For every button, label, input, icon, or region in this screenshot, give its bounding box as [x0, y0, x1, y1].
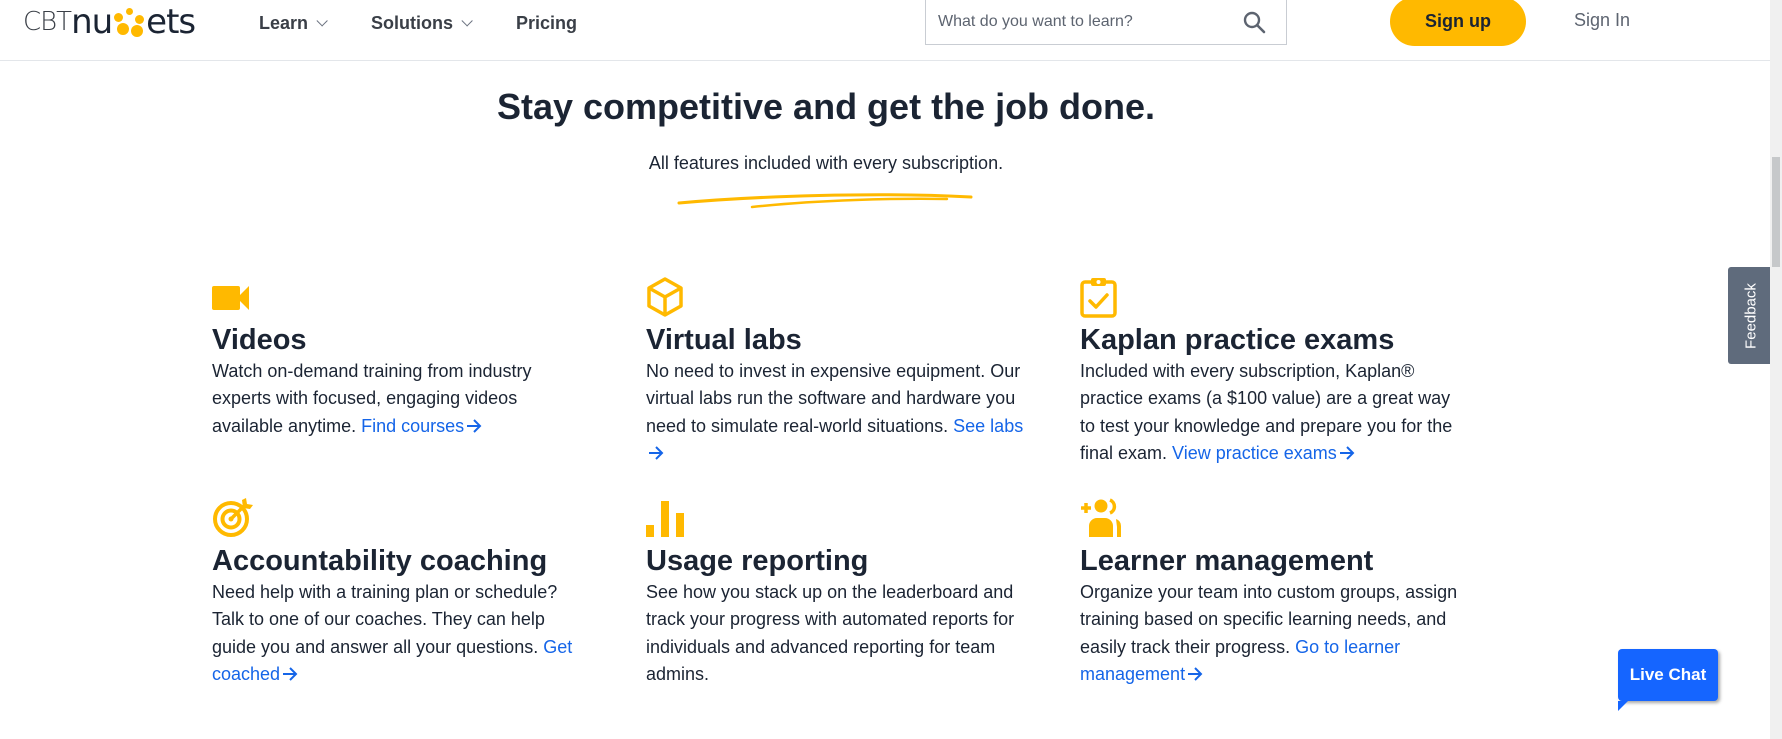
feature-kaplan-practice-exams: Kaplan practice exams Included with ever…	[1080, 276, 1460, 467]
chevron-down-icon	[461, 15, 473, 27]
feature-title: Learner management	[1080, 545, 1374, 577]
nav-solutions-label: Solutions	[371, 12, 453, 33]
nav-learn[interactable]: Learn	[259, 0, 328, 46]
search-input[interactable]	[938, 9, 1228, 35]
search-icon[interactable]	[1242, 10, 1266, 34]
feedback-tab[interactable]: Feedback	[1728, 267, 1773, 364]
feature-title: Accountability coaching	[212, 545, 548, 577]
video-camera-icon	[212, 286, 249, 310]
page-scrollbar[interactable]	[1770, 0, 1782, 739]
feedback-label: Feedback	[1742, 282, 1759, 349]
feature-videos: Videos Watch on-demand training from ind…	[212, 276, 592, 440]
feature-title: Usage reporting	[646, 545, 869, 577]
view-practice-exams-link[interactable]: View practice exams	[1172, 443, 1355, 463]
feature-text: Need help with a training plan or schedu…	[212, 582, 558, 657]
feature-description: Included with every subscription, Kaplan…	[1080, 358, 1460, 467]
find-courses-link[interactable]: Find courses	[361, 416, 482, 436]
feature-text: Organize your team into custom groups, a…	[1080, 582, 1458, 657]
search-box	[925, 0, 1287, 45]
section-subtitle: All features included with every subscri…	[648, 153, 1004, 173]
feature-description: Organize your team into custom groups, a…	[1080, 579, 1460, 688]
feature-description: Watch on-demand training from industry e…	[212, 358, 592, 440]
arrow-right-icon	[467, 418, 482, 433]
bar-chart-icon	[646, 501, 684, 537]
feature-title: Kaplan practice exams	[1080, 324, 1395, 356]
arrow-right-icon	[1188, 667, 1203, 681]
feature-description: See how you stack up on the leaderboard …	[646, 582, 1015, 684]
feature-title: Virtual labs	[646, 324, 802, 356]
logo-text-cbt: CBT	[23, 7, 72, 37]
live-chat-button[interactable]: Live Chat	[1618, 649, 1718, 711]
logo-dots-icon	[112, 3, 146, 41]
cbt-nuggets-logo[interactable]: CBT nu ets	[23, 2, 196, 42]
feature-description: No need to invest in expensive equipment…	[646, 358, 1026, 467]
clipboard-check-icon	[1080, 278, 1117, 318]
feature-virtual-labs: Virtual labs No need to invest in expens…	[646, 276, 1026, 467]
underline-swoosh	[677, 193, 973, 209]
arrow-right-icon	[649, 446, 664, 460]
target-icon	[213, 498, 253, 537]
add-users-icon	[1081, 498, 1122, 537]
chat-bubble-tail	[1618, 701, 1628, 711]
feature-accountability-coaching: Accountability coaching Need help with a…	[212, 497, 592, 688]
feature-title: Videos	[212, 324, 307, 356]
logo-text-ets: ets	[146, 2, 196, 42]
feature-usage-reporting: Usage reporting See how you stack up on …	[646, 497, 1026, 688]
arrow-right-icon	[283, 667, 298, 681]
feature-learner-management: Learner management Organize your team in…	[1080, 497, 1460, 688]
sign-up-button[interactable]: Sign up	[1390, 0, 1526, 46]
cube-icon	[647, 277, 683, 317]
live-chat-label: Live Chat	[1629, 665, 1707, 684]
logo-text-nu: nu	[71, 2, 113, 42]
link-label: View practice exams	[1172, 442, 1337, 463]
chevron-down-icon	[316, 15, 328, 27]
arrow-right-icon	[1339, 446, 1355, 460]
nav-solutions[interactable]: Solutions	[371, 0, 473, 46]
sign-in-link[interactable]: Sign In	[1574, 10, 1630, 31]
site-header: CBT nu ets Learn Solutions Pricing Sign …	[0, 0, 1770, 61]
section-title: Stay competitive and get the job done.	[496, 86, 1156, 127]
nav-pricing[interactable]: Pricing	[516, 0, 577, 46]
scrollbar-thumb[interactable]	[1772, 157, 1780, 267]
link-label: See labs	[953, 415, 1024, 436]
feature-description: Need help with a training plan or schedu…	[212, 579, 592, 688]
nav-learn-label: Learn	[259, 12, 309, 33]
link-label: Find courses	[361, 415, 465, 436]
nav-pricing-label: Pricing	[516, 12, 578, 33]
